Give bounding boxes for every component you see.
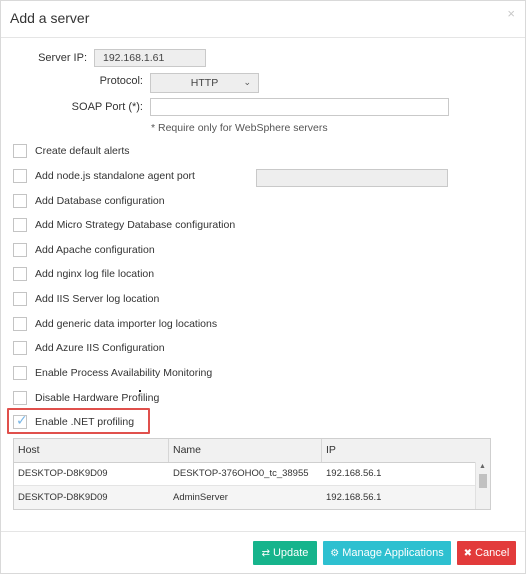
option-label: Add generic data importer log locations [35, 318, 218, 330]
scroll-up-icon[interactable]: ▲ [479, 463, 486, 470]
server-ip-label: Server IP: [38, 52, 87, 64]
cursor-dot [139, 390, 141, 392]
cancel-label: Cancel [475, 547, 510, 559]
option-label: Add Azure IIS Configuration [35, 342, 165, 354]
option-generic-importer[interactable]: Add generic data importer log locations [13, 316, 217, 332]
update-label: Update [272, 547, 309, 559]
checkbox[interactable] [13, 194, 27, 208]
checkbox[interactable] [13, 218, 27, 232]
option-label: Add node.js standalone agent port [35, 170, 195, 182]
checkbox[interactable] [13, 341, 27, 355]
close-icon[interactable]: × [507, 7, 515, 20]
option-label: Create default alerts [35, 145, 130, 157]
applications-table: Host Name IP DESKTOP-D8K9D09 DESKTOP-376… [13, 438, 491, 510]
footer-divider [1, 531, 525, 532]
cell-host: DESKTOP-D8K9D09 [18, 468, 108, 479]
column-header-host[interactable]: Host [14, 439, 169, 462]
cell-ip: 192.168.56.1 [326, 468, 382, 479]
cell-ip: 192.168.56.1 [326, 492, 382, 503]
protocol-value: HTTP [190, 77, 219, 89]
protocol-select[interactable]: HTTP ⌄ [150, 73, 259, 93]
option-nodejs-agent-port[interactable]: Add node.js standalone agent port [13, 168, 195, 184]
checkbox[interactable] [13, 169, 27, 183]
table-row[interactable]: DESKTOP-D8K9D09 AdminServer 192.168.56.1 [14, 486, 476, 509]
option-process-availability[interactable]: Enable Process Availability Monitoring [13, 365, 212, 381]
chevron-down-icon: ⌄ [243, 77, 251, 87]
protocol-label: Protocol: [99, 75, 143, 87]
server-ip-field: 192.168.1.61 [94, 49, 206, 67]
column-header-name[interactable]: Name [169, 439, 322, 462]
option-label: Add Micro Strategy Database configuratio… [35, 219, 236, 231]
manage-applications-button[interactable]: ⚙ Manage Applications [323, 541, 451, 565]
checkbox[interactable] [13, 317, 27, 331]
option-disable-hardware-profiling[interactable]: Disable Hardware Profiling [13, 390, 159, 406]
cell-host: DESKTOP-D8K9D09 [18, 492, 108, 503]
soap-port-input[interactable] [150, 98, 449, 116]
checkbox[interactable] [13, 391, 27, 405]
option-database-config[interactable]: Add Database configuration [13, 193, 165, 209]
option-label: Add Apache configuration [35, 244, 155, 256]
add-server-dialog: Add a server × Server IP: 192.168.1.61 P… [0, 0, 526, 574]
checkbox[interactable] [13, 366, 27, 380]
cell-name: AdminServer [173, 492, 228, 503]
option-micro-strategy-db[interactable]: Add Micro Strategy Database configuratio… [13, 217, 235, 233]
checkbox[interactable] [13, 144, 27, 158]
x-icon: ✖ [463, 547, 473, 559]
checkbox[interactable] [13, 243, 27, 257]
table-header: Host Name IP [14, 439, 490, 463]
option-label: Enable Process Availability Monitoring [35, 367, 213, 379]
soap-port-hint: * Require only for WebSphere servers [151, 122, 328, 134]
highlight-box [7, 408, 150, 434]
nodejs-port-input [256, 169, 448, 187]
option-label: Add IIS Server log location [35, 293, 160, 305]
option-iis-log[interactable]: Add IIS Server log location [13, 291, 159, 307]
dialog-title: Add a server [10, 10, 90, 26]
cancel-button[interactable]: ✖ Cancel [457, 541, 516, 565]
option-nginx-log[interactable]: Add nginx log file location [13, 266, 154, 282]
manage-label: Manage Applications [342, 547, 444, 559]
gears-icon: ⚙ [330, 547, 340, 559]
cell-name: DESKTOP-376OHO0_tc_38955 [173, 468, 309, 479]
scroll-thumb[interactable] [479, 474, 487, 488]
option-create-default-alerts[interactable]: Create default alerts [13, 143, 130, 159]
option-azure-iis[interactable]: Add Azure IIS Configuration [13, 340, 165, 356]
checkbox[interactable] [13, 292, 27, 306]
checkbox[interactable] [13, 267, 27, 281]
header-divider [1, 37, 525, 38]
table-scrollbar[interactable]: ▲ [475, 462, 490, 509]
swap-arrows-icon: ⇄ [261, 547, 270, 559]
option-apache-config[interactable]: Add Apache configuration [13, 242, 155, 258]
option-label: Add Database configuration [35, 195, 165, 207]
option-label: Disable Hardware Profiling [35, 392, 160, 404]
soap-port-label: SOAP Port (*): [71, 101, 143, 113]
update-button[interactable]: ⇄ Update [253, 541, 317, 565]
option-label: Add nginx log file location [35, 268, 155, 280]
column-header-ip[interactable]: IP [322, 439, 490, 462]
table-row[interactable]: DESKTOP-D8K9D09 DESKTOP-376OHO0_tc_38955… [14, 462, 476, 486]
